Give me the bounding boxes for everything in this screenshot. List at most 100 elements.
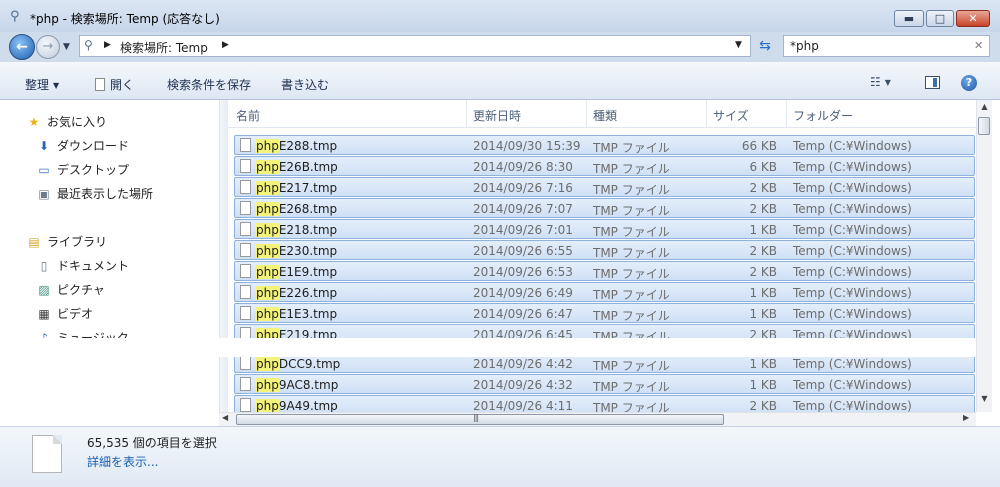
file-row[interactable]: phpE1E9.tmp 2014/09/26 6:53 TMP ファイル 2 KB Te… xyxy=(234,261,975,281)
file-row[interactable]: phpE288.tmp 2014/09/30 15:39 TMP ファイル 66 KB… xyxy=(234,135,975,155)
burn-button[interactable]: 書き込む xyxy=(281,76,329,93)
search-highlight: php xyxy=(256,286,279,300)
file-type: TMP ファイル xyxy=(593,267,670,281)
pane-splitter[interactable] xyxy=(219,100,228,426)
search-highlight: php xyxy=(256,160,279,174)
maximize-button[interactable]: □ xyxy=(926,10,954,27)
column-size[interactable]: サイズ xyxy=(713,107,749,124)
file-name: phpE1E9.tmp xyxy=(256,265,338,279)
file-row[interactable]: phpE268.tmp 2014/09/26 7:07 TMP ファイル 2 KB Te… xyxy=(234,198,975,218)
file-date: 2014/09/26 7:07 xyxy=(473,202,573,216)
file-row[interactable]: phpE217.tmp 2014/09/26 7:16 TMP ファイル 2 KB Te… xyxy=(234,177,975,197)
command-bar: 整理 ▼ 開く 検索条件を保存 書き込む ☷ ▼ ? xyxy=(0,62,1000,100)
file-size: 1 KB xyxy=(749,307,777,321)
close-button[interactable]: ✕ xyxy=(956,10,990,27)
help-button[interactable]: ? xyxy=(961,75,977,91)
search-icon: ⚲ xyxy=(84,38,93,52)
file-row[interactable]: php9AC8.tmp 2014/09/26 4:32 TMP ファイル 1 KB Te… xyxy=(234,374,975,394)
clear-search-icon[interactable]: ✕ xyxy=(974,39,983,52)
breadcrumb-search-location[interactable]: 検索場所: Temp xyxy=(120,39,208,56)
column-name[interactable]: 名前 xyxy=(236,107,260,124)
sidebar-item-pictures[interactable]: ▨ ピクチャ xyxy=(36,281,105,298)
details-view-icon: ☷ xyxy=(870,75,881,89)
star-icon: ★ xyxy=(28,115,40,129)
preview-pane-button[interactable] xyxy=(925,76,940,89)
file-date: 2014/09/26 4:32 xyxy=(473,378,573,392)
sidebar-libraries[interactable]: ▤ ライブラリ xyxy=(26,233,107,250)
sidebar-item-documents[interactable]: ▯ ドキュメント xyxy=(36,257,129,274)
column-type[interactable]: 種類 xyxy=(593,107,617,124)
file-row[interactable]: phpE1E3.tmp 2014/09/26 6:47 TMP ファイル 1 KB Te… xyxy=(234,303,975,323)
scroll-up-icon[interactable]: ▲ xyxy=(977,102,992,116)
file-size: 1 KB xyxy=(749,378,777,392)
file-row[interactable]: php9A49.tmp 2014/09/26 4:11 TMP ファイル 2 KB Te… xyxy=(234,395,975,412)
file-type: TMP ファイル xyxy=(593,359,670,373)
file-type: TMP ファイル xyxy=(593,309,670,323)
search-highlight: php xyxy=(256,139,279,153)
column-divider[interactable] xyxy=(706,100,707,127)
minimize-button[interactable]: ▬ xyxy=(894,10,924,27)
search-icon: ⚲ xyxy=(10,9,20,24)
sidebar-item-recent-places[interactable]: ▣ 最近表示した場所 xyxy=(36,185,153,202)
open-button[interactable]: 開く xyxy=(95,76,134,93)
vertical-scrollbar[interactable]: ▲ ▼ xyxy=(976,100,992,412)
change-view-button[interactable]: ☷ ▼ xyxy=(870,75,891,89)
refresh-button[interactable]: ⇆ xyxy=(752,35,778,57)
file-name: php9A49.tmp xyxy=(256,399,338,412)
sidebar-item-videos[interactable]: ▦ ビデオ xyxy=(36,305,93,322)
forward-button[interactable]: → xyxy=(36,35,60,59)
file-name: phpE288.tmp xyxy=(256,139,338,153)
file-icon xyxy=(240,138,251,152)
column-folder[interactable]: フォルダー xyxy=(793,107,853,124)
pictures-icon: ▨ xyxy=(38,283,50,297)
column-divider[interactable] xyxy=(786,100,787,127)
column-date-modified[interactable]: 更新日時 xyxy=(473,107,521,124)
file-date: 2014/09/26 6:53 xyxy=(473,265,573,279)
back-button[interactable]: ← xyxy=(9,34,35,60)
sidebar-item-downloads[interactable]: ⬇ ダウンロード xyxy=(36,137,129,154)
file-row[interactable]: phpE218.tmp 2014/09/26 7:01 TMP ファイル 1 KB Te… xyxy=(234,219,975,239)
chevron-down-icon: ▼ xyxy=(53,81,60,90)
scroll-left-icon[interactable]: ◀ xyxy=(222,413,228,422)
refresh-icon: ⇆ xyxy=(759,38,771,54)
scroll-right-icon[interactable]: ▶ xyxy=(963,413,969,422)
search-highlight: php xyxy=(256,265,279,279)
file-date: 2014/09/26 6:47 xyxy=(473,307,573,321)
file-folder: Temp (C:¥Windows) xyxy=(793,307,912,321)
breadcrumb-chevron-icon[interactable]: ▶ xyxy=(104,40,111,50)
scroll-down-icon[interactable]: ▼ xyxy=(977,394,992,408)
horizontal-scroll-thumb[interactable]: ||| xyxy=(236,413,724,425)
arrow-right-icon: → xyxy=(42,39,54,54)
file-folder: Temp (C:¥Windows) xyxy=(793,160,912,174)
file-row[interactable]: phpE226.tmp 2014/09/26 6:49 TMP ファイル 1 KB Te… xyxy=(234,282,975,302)
save-search-button[interactable]: 検索条件を保存 xyxy=(167,76,251,93)
video-icon: ▦ xyxy=(38,307,50,321)
file-row[interactable]: phpE26B.tmp 2014/09/26 8:30 TMP ファイル 6 KB Te… xyxy=(234,156,975,176)
file-name: phpE230.tmp xyxy=(256,244,338,258)
search-input[interactable]: *php xyxy=(790,39,819,53)
sidebar-favorites[interactable]: ★ お気に入り xyxy=(26,113,107,130)
file-icon xyxy=(240,264,251,278)
recent-pages-dropdown[interactable]: ▼ xyxy=(63,42,70,52)
organize-button[interactable]: 整理 ▼ xyxy=(25,76,59,93)
breadcrumb-chevron-icon[interactable]: ▶ xyxy=(222,40,229,50)
file-name: phpE217.tmp xyxy=(256,181,338,195)
file-row[interactable]: phpE230.tmp 2014/09/26 6:55 TMP ファイル 2 KB Te… xyxy=(234,240,975,260)
address-bar[interactable]: ⚲ ▶ 検索場所: Temp ▶ ▼ xyxy=(79,35,751,57)
title-bar[interactable]: ⚲ *php - 検索場所: Temp (応答なし) ▬ □ ✕ xyxy=(0,0,1000,32)
desktop-icon: ▭ xyxy=(38,163,50,177)
column-divider[interactable] xyxy=(586,100,587,127)
file-date: 2014/09/26 8:30 xyxy=(473,160,573,174)
address-history-dropdown[interactable]: ▼ xyxy=(735,40,742,50)
file-size: 1 KB xyxy=(749,357,777,371)
column-divider[interactable] xyxy=(466,100,467,127)
sidebar-item-desktop[interactable]: ▭ デスクトップ xyxy=(36,161,129,178)
redraw-gap xyxy=(0,338,1000,357)
horizontal-scrollbar[interactable]: ◀ ||| ▶ xyxy=(219,412,976,426)
search-box[interactable]: *php ✕ xyxy=(783,35,990,57)
show-more-details-link[interactable]: 詳細を表示... xyxy=(87,453,158,470)
file-date: 2014/09/26 6:49 xyxy=(473,286,573,300)
file-size: 2 KB xyxy=(749,202,777,216)
file-size: 66 KB xyxy=(741,139,777,153)
vertical-scroll-thumb[interactable] xyxy=(978,117,990,135)
